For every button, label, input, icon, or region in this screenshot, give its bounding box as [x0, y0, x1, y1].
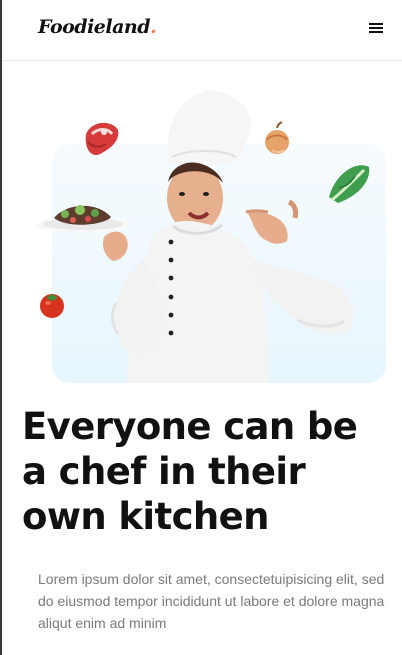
- hamburger-menu-icon[interactable]: [368, 21, 384, 35]
- chef-figure: [37, 90, 354, 383]
- tomato-icon: [40, 294, 64, 318]
- steak-icon: [85, 122, 119, 156]
- site-header: Foodieland.: [2, 0, 402, 61]
- chef-hero-image: [37, 90, 370, 383]
- logo-text: Foodieland: [38, 16, 151, 38]
- logo[interactable]: Foodieland.: [38, 16, 157, 38]
- hero-headline: Everyone can be a chef in their own kitc…: [22, 405, 358, 538]
- hero-description: Lorem ipsum dolor sit amet, consectetuip…: [38, 571, 385, 631]
- onion-icon: [265, 121, 289, 154]
- lettuce-icon: [329, 165, 370, 203]
- hero-section: [0, 62, 402, 392]
- logo-dot: .: [150, 16, 157, 38]
